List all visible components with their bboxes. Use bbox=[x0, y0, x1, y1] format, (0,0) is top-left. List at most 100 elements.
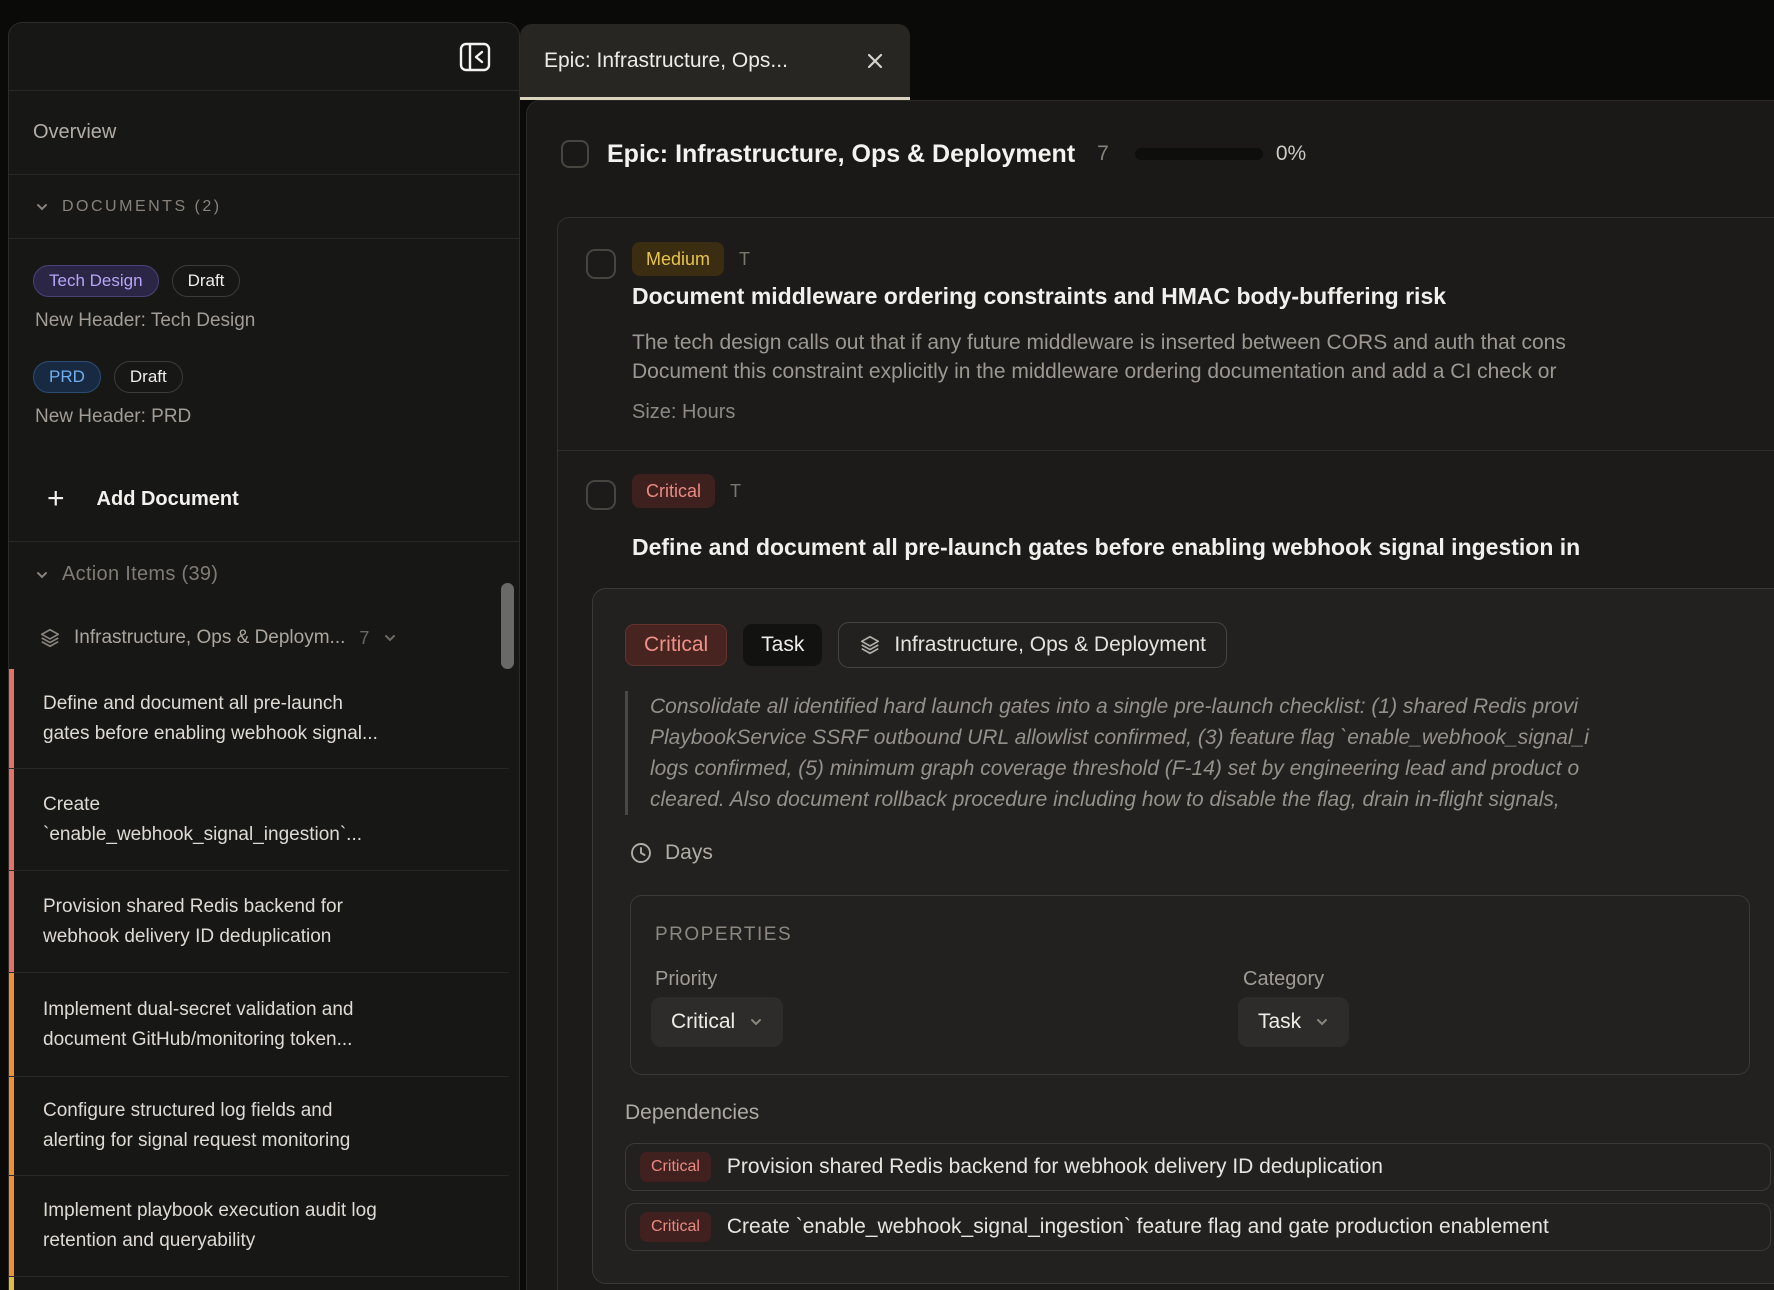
overview-label: Overview bbox=[33, 121, 116, 144]
task-description-quote: Consolidate all identified hard launch g… bbox=[625, 691, 1774, 815]
priority-stripe bbox=[9, 871, 14, 972]
detail-badges-row: Critical Task Infrastructure, Ops & Depl… bbox=[625, 622, 1227, 668]
action-item-text: Implement dual-secret validation and bbox=[43, 995, 509, 1025]
task-title: Define and document all pre-launch gates… bbox=[632, 534, 1774, 561]
document-item[interactable]: PRD Draft New Header: PRD bbox=[33, 361, 495, 428]
quote-line: logs confirmed, (5) minimum graph covera… bbox=[650, 753, 1774, 784]
epic-group-row[interactable]: Infrastructure, Ops & Deploym... 7 bbox=[9, 607, 519, 669]
app-window: Overview DOCUMENTS (2) Tech Design Draft… bbox=[0, 0, 1774, 1290]
action-item-text: alerting for signal request monitoring bbox=[43, 1126, 509, 1156]
close-icon[interactable] bbox=[864, 50, 886, 72]
task-size: Size: Hours bbox=[632, 401, 735, 424]
quote-line: Consolidate all identified hard launch g… bbox=[650, 691, 1774, 722]
chevron-down-icon bbox=[383, 631, 397, 645]
dependency-priority-badge: Critical bbox=[640, 1152, 711, 1182]
collapse-sidebar-icon[interactable] bbox=[459, 42, 491, 72]
doc-type-badge: PRD bbox=[33, 361, 101, 393]
priority-badge[interactable]: Critical bbox=[625, 624, 727, 666]
action-item[interactable]: Configure structured log fields and aler… bbox=[9, 1077, 509, 1176]
action-item[interactable] bbox=[9, 1277, 509, 1290]
dependency-row[interactable]: Critical Create `enable_webhook_signal_i… bbox=[625, 1203, 1771, 1251]
action-item-text: document GitHub/monitoring token... bbox=[43, 1025, 509, 1055]
chevron-down-icon bbox=[1315, 1015, 1329, 1029]
epic-checkbox[interactable] bbox=[561, 140, 589, 168]
action-item-text: retention and queryability bbox=[43, 1226, 509, 1256]
documents-header-label: DOCUMENTS (2) bbox=[62, 198, 222, 216]
dependency-row[interactable]: Critical Provision shared Redis backend … bbox=[625, 1143, 1771, 1191]
priority-stripe bbox=[9, 769, 14, 870]
chevron-down-icon bbox=[35, 568, 49, 582]
dependencies-label: Dependencies bbox=[625, 1101, 759, 1125]
sidebar-header bbox=[9, 23, 519, 91]
layers-icon bbox=[859, 634, 881, 656]
plus-icon: + bbox=[47, 484, 65, 514]
sidebar-item-overview[interactable]: Overview bbox=[9, 91, 519, 175]
clock-icon bbox=[629, 841, 653, 865]
sidebar-scrollbar[interactable] bbox=[501, 583, 514, 669]
add-document-button[interactable]: + Add Document bbox=[9, 465, 519, 533]
sidebar: Overview DOCUMENTS (2) Tech Design Draft… bbox=[8, 22, 520, 1290]
task-description-line: Document this constraint explicitly in t… bbox=[632, 357, 1774, 386]
properties-header: PROPERTIES bbox=[655, 924, 792, 946]
action-item-text: Provision shared Redis backend for bbox=[43, 892, 509, 922]
add-document-label: Add Document bbox=[97, 488, 239, 511]
document-title: New Header: Tech Design bbox=[35, 310, 495, 332]
priority-dropdown[interactable]: Critical bbox=[651, 997, 783, 1047]
task-checkbox[interactable] bbox=[586, 480, 616, 510]
type-badge[interactable]: Task bbox=[743, 624, 822, 666]
epic-title: Epic: Infrastructure, Ops & Deployment bbox=[607, 140, 1075, 169]
priority-stripe bbox=[9, 973, 14, 1076]
dependency-title: Provision shared Redis backend for webho… bbox=[727, 1155, 1383, 1179]
task-list-card: Medium T Document middleware ordering co… bbox=[557, 217, 1774, 1290]
category-dropdown[interactable]: Task bbox=[1238, 997, 1349, 1047]
chevron-down-icon bbox=[749, 1015, 763, 1029]
action-item-text: webhook delivery ID deduplication bbox=[43, 922, 509, 952]
task-detail-panel: Critical Task Infrastructure, Ops & Depl… bbox=[592, 588, 1774, 1284]
document-item[interactable]: Tech Design Draft New Header: Tech Desig… bbox=[33, 265, 495, 332]
doc-type-badge: Tech Design bbox=[33, 265, 159, 297]
properties-panel: PROPERTIES Priority Category Critical Ta… bbox=[630, 895, 1750, 1075]
task-type-letter: T bbox=[739, 249, 750, 270]
priority-badge: Medium bbox=[632, 242, 724, 276]
priority-stripe bbox=[9, 1176, 14, 1276]
doc-status-badge: Draft bbox=[114, 361, 183, 393]
priority-stripe bbox=[9, 1277, 14, 1290]
quote-line: cleared. Also document rollback procedur… bbox=[650, 784, 1774, 815]
chevron-down-icon bbox=[35, 200, 49, 214]
task-checkbox[interactable] bbox=[586, 249, 616, 279]
action-item-text: `enable_webhook_signal_ingestion`... bbox=[43, 820, 509, 850]
epic-group-label: Infrastructure, Ops & Deploym... bbox=[74, 627, 345, 649]
priority-label: Priority bbox=[655, 968, 717, 991]
action-item[interactable]: Implement dual-secret validation and doc… bbox=[9, 973, 509, 1077]
action-item[interactable]: Define and document all pre-launch gates… bbox=[9, 669, 509, 769]
action-item-text: gates before enabling webhook signal... bbox=[43, 719, 509, 749]
category-badge[interactable]: Infrastructure, Ops & Deployment bbox=[838, 622, 1227, 668]
epic-header-row: Epic: Infrastructure, Ops & Deployment 7… bbox=[561, 126, 1306, 182]
action-items-header-label: Action Items (39) bbox=[62, 563, 218, 586]
action-item[interactable]: Create `enable_webhook_signal_ingestion`… bbox=[9, 769, 509, 871]
action-item[interactable]: Provision shared Redis backend for webho… bbox=[9, 871, 509, 973]
epic-group-count: 7 bbox=[359, 628, 369, 649]
task-description-line: The tech design calls out that if any fu… bbox=[632, 328, 1774, 357]
dependency-priority-badge: Critical bbox=[640, 1212, 711, 1242]
epic-progress-percent: 0% bbox=[1276, 142, 1306, 166]
documents-list: Tech Design Draft New Header: Tech Desig… bbox=[9, 239, 519, 457]
document-title: New Header: PRD bbox=[35, 406, 495, 428]
main-panel: Epic: Infrastructure, Ops & Deployment 7… bbox=[526, 100, 1774, 1290]
priority-dropdown-value: Critical bbox=[671, 1010, 735, 1034]
priority-stripe bbox=[9, 1077, 14, 1175]
layers-icon bbox=[39, 627, 61, 649]
documents-section-header[interactable]: DOCUMENTS (2) bbox=[9, 175, 519, 239]
category-dropdown-value: Task bbox=[1258, 1010, 1301, 1034]
action-item-text: Define and document all pre-launch bbox=[43, 689, 509, 719]
task-type-letter: T bbox=[730, 481, 741, 502]
action-items-section-header[interactable]: Action Items (39) bbox=[9, 542, 519, 607]
effort-label: Days bbox=[665, 841, 713, 865]
epic-task-count: 7 bbox=[1097, 142, 1109, 166]
task-row[interactable]: Medium T Document middleware ordering co… bbox=[558, 218, 1774, 450]
tab-epic-infrastructure[interactable]: Epic: Infrastructure, Ops... bbox=[520, 24, 910, 97]
epic-progress-bar bbox=[1135, 148, 1263, 160]
dependency-title: Create `enable_webhook_signal_ingestion`… bbox=[727, 1215, 1549, 1239]
priority-badge: Critical bbox=[632, 474, 715, 508]
action-item[interactable]: Implement playbook execution audit log r… bbox=[9, 1176, 509, 1277]
